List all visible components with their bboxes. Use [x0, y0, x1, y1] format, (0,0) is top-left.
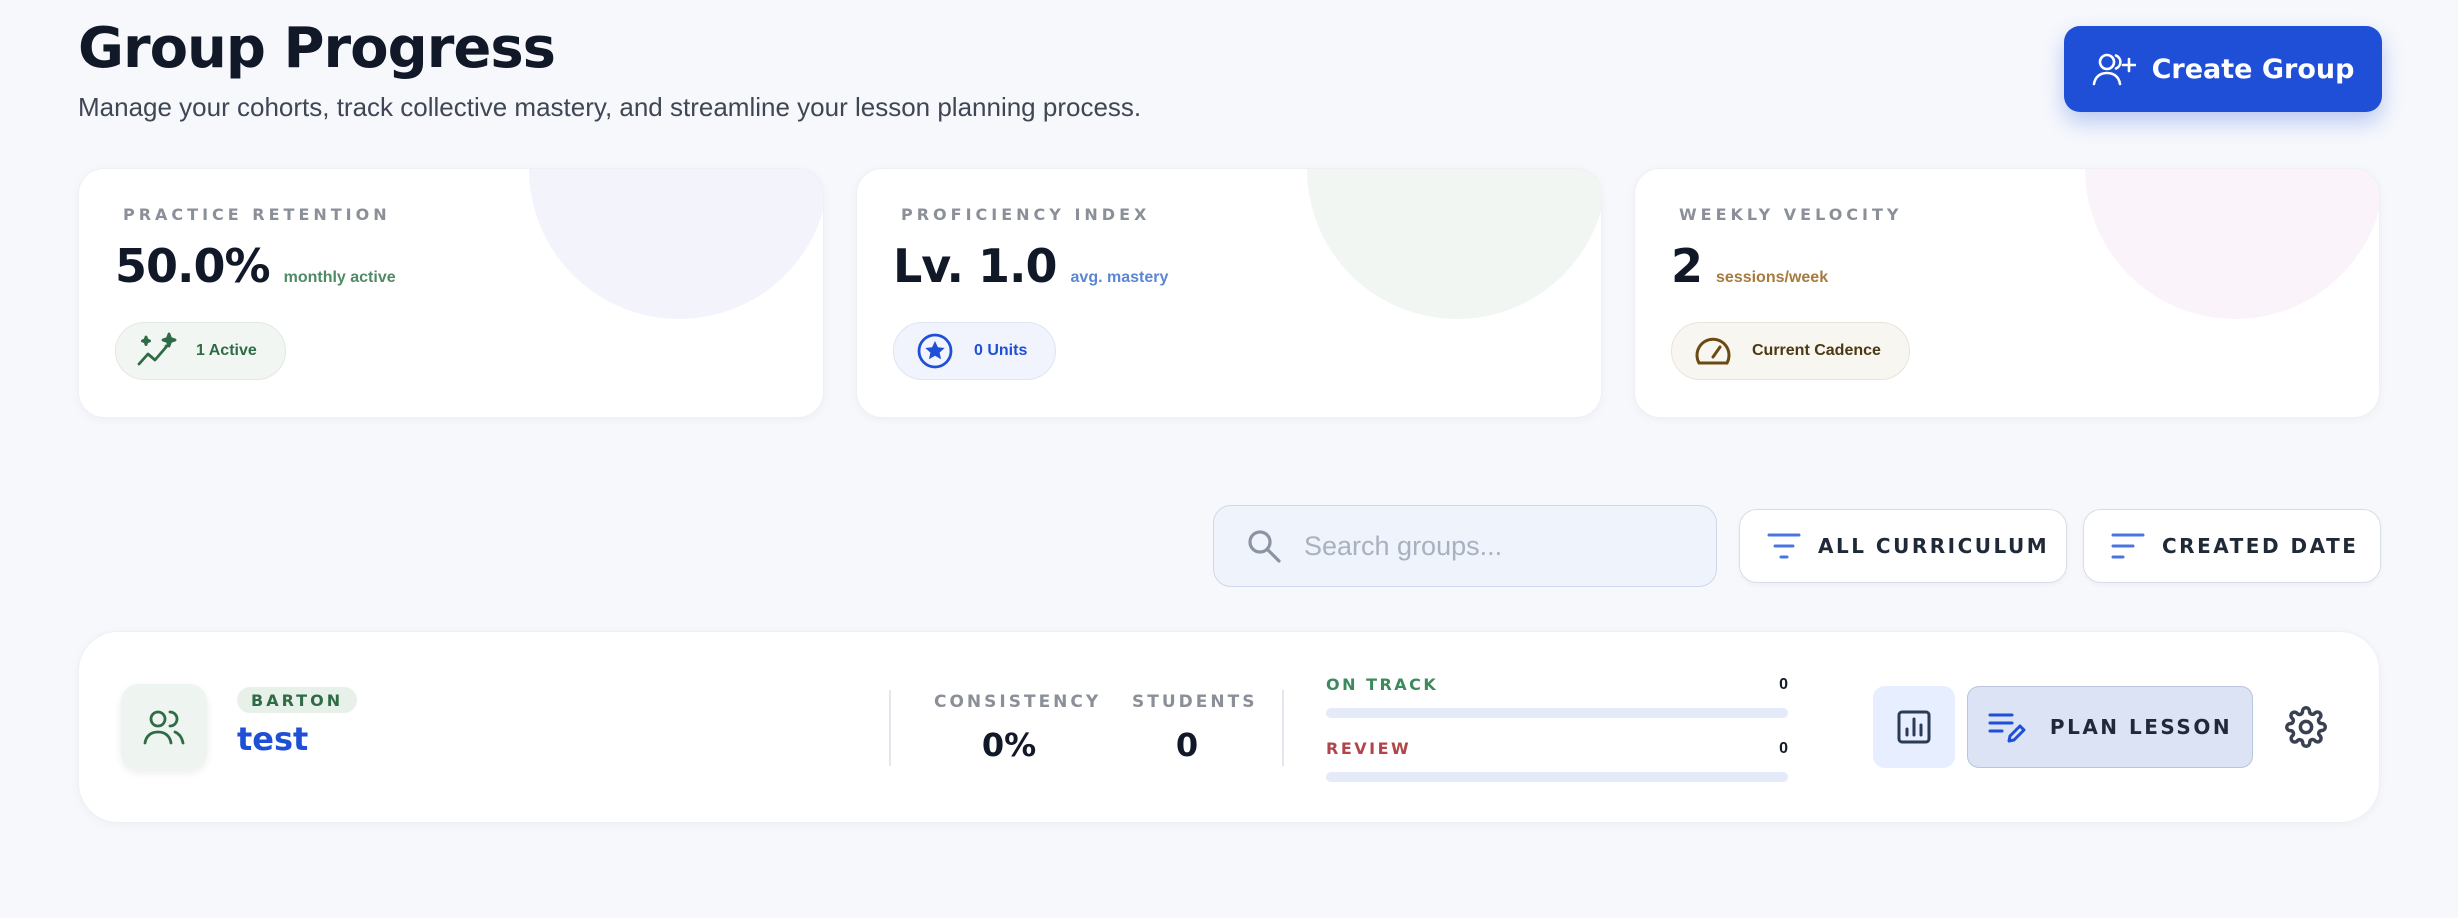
sort-label: CREATED DATE	[2162, 534, 2359, 558]
stat-pill-label: Current Cadence	[1752, 342, 1881, 359]
group-name-link[interactable]: test	[237, 720, 308, 758]
stat-label: PRACTICE RETENTION	[123, 205, 391, 224]
stat-value: 50.0%	[115, 239, 271, 293]
sort-icon	[2111, 533, 2145, 559]
stat-label: PROFICIENCY INDEX	[901, 205, 1151, 224]
plan-lesson-button[interactable]: PLAN LESSON	[1967, 686, 2253, 768]
page-header: Group Progress Manage your cohorts, trac…	[78, 14, 2382, 124]
on-track-value: 0	[1779, 675, 1788, 693]
stat-value-group: Lv. 1.0 avg. mastery	[893, 239, 1168, 293]
stat-pill-label: 1 Active	[196, 342, 257, 359]
consistency-value: 0%	[981, 726, 1037, 764]
card-decoration	[1307, 169, 1601, 319]
stat-unit: avg. mastery	[1070, 269, 1169, 286]
students-label: STUDENTS	[1132, 692, 1258, 712]
card-decoration	[529, 169, 823, 319]
stat-value-group: 50.0% monthly active	[115, 239, 396, 293]
divider	[889, 690, 891, 766]
students-stat: STUDENTS 0	[1132, 692, 1258, 764]
speedometer-icon	[1695, 337, 1731, 365]
stat-pill: 0 Units	[893, 322, 1057, 380]
stat-card-weekly-velocity: WEEKLY VELOCITY 2 sessions/week Current …	[1634, 168, 2380, 418]
divider	[1282, 690, 1284, 766]
on-track-bar	[1326, 708, 1788, 718]
review-label: REVIEW	[1326, 739, 1412, 758]
plan-lesson-label: PLAN LESSON	[2049, 715, 2233, 739]
create-group-label: Create Group	[2151, 53, 2355, 85]
gear-icon	[2285, 706, 2327, 748]
create-group-button[interactable]: Create Group	[2064, 26, 2382, 112]
add-users-icon	[2092, 53, 2136, 86]
stat-value: Lv. 1.0	[893, 239, 1058, 293]
filter-icon	[1767, 533, 1801, 559]
stat-pill: 1 Active	[115, 322, 286, 380]
students-value: 0	[1175, 726, 1199, 764]
stat-unit: monthly active	[283, 269, 396, 286]
stat-pill-label: 0 Units	[974, 342, 1028, 359]
review-progress: REVIEW 0	[1326, 739, 1788, 782]
users-icon	[143, 710, 185, 745]
search-input[interactable]	[1304, 530, 1704, 562]
trending-sparkle-icon	[137, 332, 177, 366]
on-track-progress: ON TRACK 0	[1326, 675, 1788, 718]
group-tag: BARTON	[237, 687, 358, 713]
consistency-stat: CONSISTENCY 0%	[934, 692, 1102, 764]
analytics-button[interactable]	[1873, 686, 1955, 768]
edit-list-icon	[1988, 713, 2026, 743]
consistency-label: CONSISTENCY	[934, 692, 1102, 712]
stat-unit: sessions/week	[1716, 269, 1829, 286]
search-box[interactable]	[1213, 505, 1717, 587]
search-icon	[1248, 530, 1281, 563]
stat-card-practice-retention: PRACTICE RETENTION 50.0% monthly active …	[78, 168, 824, 418]
sort-button[interactable]: CREATED DATE	[2083, 509, 2381, 583]
card-decoration	[2085, 169, 2379, 319]
curriculum-filter-label: ALL CURRICULUM	[1818, 534, 2050, 558]
stat-label: WEEKLY VELOCITY	[1679, 205, 1903, 224]
stat-value-group: 2 sessions/week	[1671, 239, 1828, 293]
page-title: Group Progress	[78, 16, 556, 81]
page-subtitle: Manage your cohorts, track collective ma…	[78, 92, 1142, 122]
group-avatar	[121, 684, 207, 770]
stat-pill: Current Cadence	[1671, 322, 1910, 380]
review-value: 0	[1779, 739, 1788, 757]
group-card[interactable]: BARTON test CONSISTENCY 0% STUDENTS 0 ON…	[78, 631, 2380, 823]
bar-chart-icon	[1897, 710, 1931, 744]
star-badge-icon	[917, 333, 953, 369]
stat-card-proficiency-index: PROFICIENCY INDEX Lv. 1.0 avg. mastery 0…	[856, 168, 1602, 418]
review-bar	[1326, 772, 1788, 782]
curriculum-filter-button[interactable]: ALL CURRICULUM	[1739, 509, 2067, 583]
stat-value: 2	[1671, 239, 1703, 293]
group-settings-button[interactable]	[2279, 700, 2333, 754]
on-track-label: ON TRACK	[1326, 675, 1439, 694]
